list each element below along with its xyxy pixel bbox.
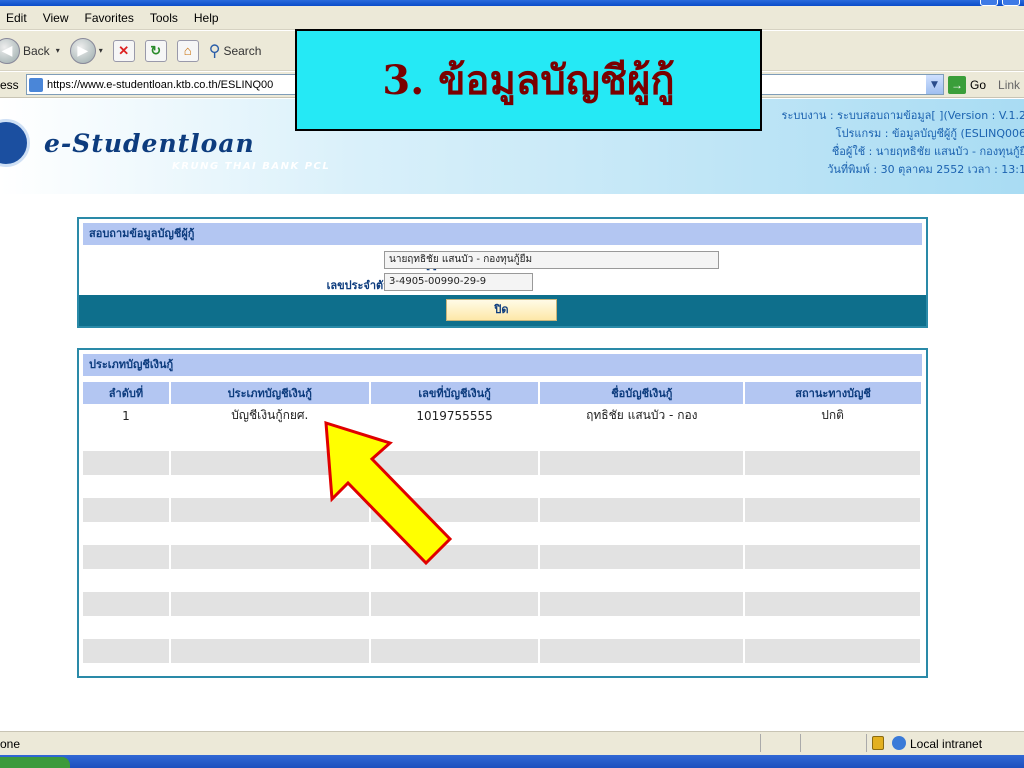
stop-button[interactable]: ✕: [112, 39, 135, 62]
borrower-query-panel: สอบถามข้อมูลบัญชีผู้กู้ ชื่อผู้กู้ : นาย…: [77, 217, 928, 328]
close-button[interactable]: ปิด: [446, 299, 557, 321]
search-label: Search: [223, 43, 262, 58]
table-row-empty: [83, 474, 922, 498]
table-row-empty: [83, 639, 922, 663]
menu-view[interactable]: View: [43, 11, 69, 25]
table-row[interactable]: 1 บัญชีเงินกู้กยศ. 1019755555 ฤทธิชัย แส…: [83, 404, 922, 428]
refresh-button[interactable]: ↻: [144, 39, 167, 62]
table-header-row: ลำดับที่ ประเภทบัญชีเงินกู้ เลขที่บัญชีเ…: [83, 382, 921, 404]
refresh-icon: ↻: [144, 39, 167, 62]
chevron-down-icon: ▾: [55, 46, 60, 55]
menu-bar: Edit View Favorites Tools Help: [0, 6, 1024, 30]
cell-name: ฤทธิชัย แสนบัว - กอง: [539, 404, 746, 428]
windows-taskbar: [0, 755, 1024, 768]
go-arrow-icon: →: [948, 76, 966, 94]
home-icon: ⌂: [176, 39, 199, 62]
status-bar: one Local intranet: [0, 731, 1024, 755]
loan-accounts-table: ลำดับที่ ประเภทบัญชีเงินกู้ เลขที่บัญชีเ…: [83, 382, 922, 663]
lock-icon: [872, 736, 884, 750]
address-dropdown-icon[interactable]: ▼: [926, 75, 943, 94]
citizen-id-field: 3-4905-00990-29-9: [384, 273, 533, 291]
query-panel-footer: ปิด: [79, 295, 926, 326]
address-label: ess: [0, 78, 19, 92]
col-header-no: ลำดับที่: [83, 382, 171, 404]
pointer-arrow-icon: [324, 420, 453, 566]
home-button[interactable]: ⌂: [176, 39, 199, 62]
page-icon: [29, 77, 43, 92]
back-arrow-icon: ◀: [0, 37, 20, 64]
session-info: ระบบงาน : ระบบสอบถามข้อมูล[ ](Version : …: [782, 107, 1024, 179]
go-label: Go: [970, 78, 987, 92]
col-header-status: สถานะทางบัญชี: [744, 382, 921, 404]
back-label: Back: [23, 43, 50, 58]
table-row-empty: [83, 568, 922, 592]
slide-title-overlay: 3. ข้อมูลบัญชีผู้กู้: [295, 29, 762, 131]
status-text: one: [0, 736, 21, 751]
forward-button[interactable]: ▶ ▾: [69, 37, 103, 64]
search-button[interactable]: ⚲ Search: [209, 41, 262, 61]
menu-edit[interactable]: Edit: [6, 11, 27, 25]
table-row-empty: [83, 498, 922, 522]
brand-logo-text: e-Studentloan: [44, 129, 255, 158]
col-header-type: ประเภทบัญชีเงินกู้: [169, 382, 371, 404]
back-button[interactable]: ◀ Back ▾: [0, 37, 60, 64]
start-button[interactable]: [0, 757, 70, 768]
globe-icon: [892, 736, 906, 750]
col-header-name: ชื่อบัญชีเงินกู้: [539, 382, 746, 404]
menu-tools[interactable]: Tools: [150, 11, 178, 25]
table-row-empty: [83, 615, 922, 639]
col-header-account: เลขที่บัญชีเงินกู้: [369, 382, 541, 404]
accounts-panel-header: ประเภทบัญชีเงินกู้: [83, 354, 922, 376]
info-user: ชื่อผู้ใช้ : นายฤทธิชัย แสนบัว - กองทุนก…: [831, 145, 1024, 158]
table-row-empty: [83, 521, 922, 545]
menu-help[interactable]: Help: [194, 11, 219, 25]
address-input[interactable]: https://www.e-studentloan.ktb.co.th/ESLI…: [26, 74, 298, 95]
query-panel-header: สอบถามข้อมูลบัญชีผู้กู้: [83, 223, 922, 245]
links-label[interactable]: Link: [998, 78, 1020, 92]
go-button[interactable]: → Go Link: [948, 76, 1020, 94]
search-icon: ⚲: [208, 42, 221, 60]
table-row-empty: [83, 451, 922, 475]
borrower-name-field: นายฤทธิชัย แสนบัว - กองทุนกู้ยืม: [384, 251, 719, 269]
security-zone: Local intranet: [910, 737, 983, 751]
address-input-end[interactable]: ▼: [760, 74, 944, 95]
menu-favorites[interactable]: Favorites: [84, 11, 133, 25]
table-row-empty: [83, 545, 922, 569]
info-system: ระบบงาน : ระบบสอบถามข้อมูล[ ](Version : …: [781, 109, 1024, 122]
cell-status: ปกติ: [744, 404, 922, 428]
stop-icon: ✕: [112, 39, 135, 62]
chevron-down-icon: ▾: [98, 46, 103, 55]
info-print-date: วันที่พิมพ์ : 30 ตุลาคม 2552 เวลา : 13:1: [827, 163, 1024, 176]
table-row-empty: [83, 427, 922, 451]
bank-logo-icon: [0, 119, 30, 167]
forward-arrow-icon: ▶: [69, 37, 96, 64]
loan-accounts-panel: ประเภทบัญชีเงินกู้ ลำดับที่ ประเภทบัญชีเ…: [77, 348, 928, 678]
table-row-empty: [83, 592, 922, 616]
brand-subtitle: KRUNG THAI BANK PCL: [172, 161, 331, 172]
address-url: https://www.e-studentloan.ktb.co.th/ESLI…: [47, 78, 274, 91]
cell-no: 1: [83, 404, 171, 428]
info-program: โปรแกรม : ข้อมูลบัญชีผู้กู้ (ESLINQ006: [835, 127, 1024, 140]
